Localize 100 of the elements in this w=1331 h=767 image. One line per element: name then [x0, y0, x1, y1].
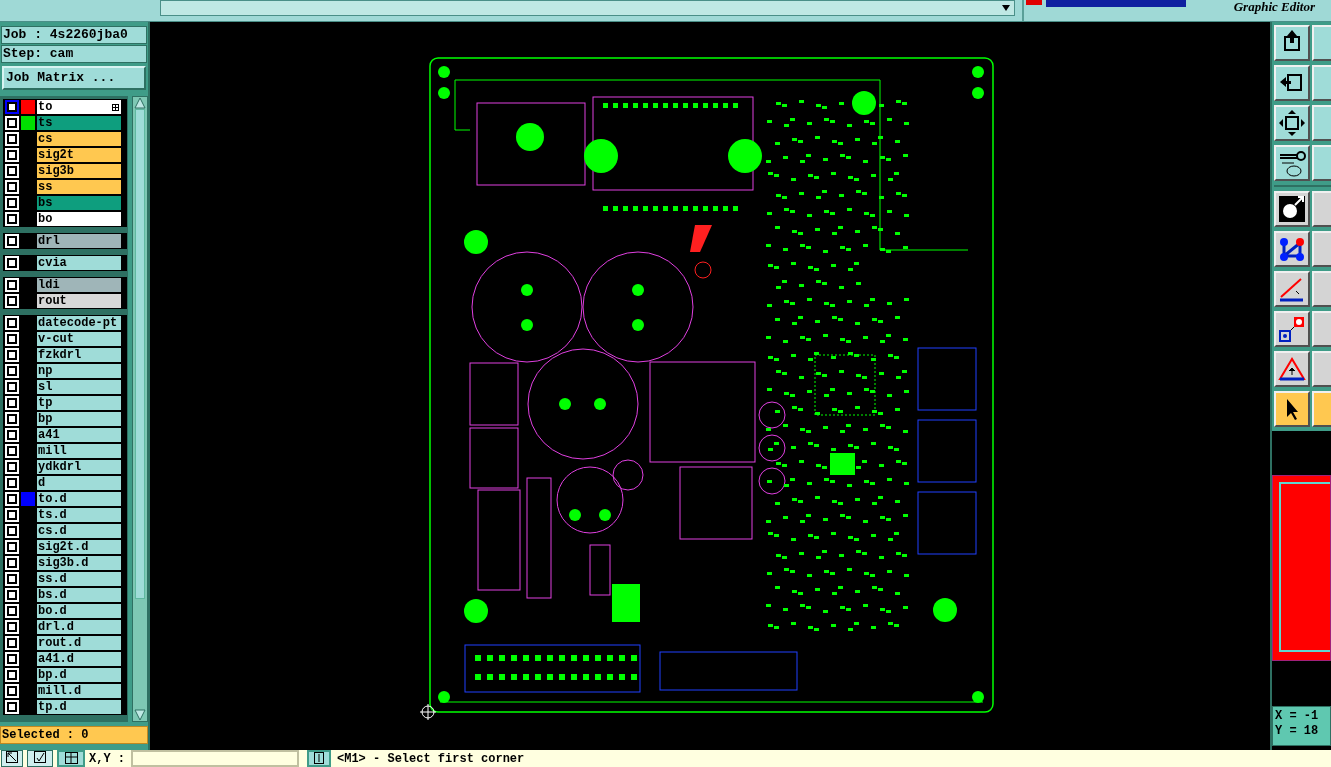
layer-name[interactable]: to.d	[37, 492, 121, 506]
layer-name[interactable]: np	[37, 364, 121, 378]
layer-name[interactable]: mill.d	[37, 684, 121, 698]
layer-checkbox[interactable]	[7, 150, 17, 160]
layer-name[interactable]: ts.d	[37, 508, 121, 522]
tool-button[interactable]	[1274, 191, 1310, 227]
layer-checkbox[interactable]	[7, 414, 17, 424]
tool-button[interactable]	[1274, 231, 1310, 267]
layer-checkbox[interactable]	[7, 622, 17, 632]
layer-checkbox[interactable]	[7, 702, 17, 712]
tool-button[interactable]	[1274, 105, 1310, 141]
layer-name[interactable]: to	[37, 100, 121, 114]
layer-checkbox[interactable]	[7, 574, 17, 584]
check-button[interactable]	[27, 750, 53, 767]
layer-name[interactable]: mill	[37, 444, 121, 458]
layer-name[interactable]: sl	[37, 380, 121, 394]
layer-checkbox[interactable]	[7, 366, 17, 376]
layer-checkbox[interactable]	[7, 318, 17, 328]
layer-checkbox[interactable]	[7, 214, 17, 224]
layer-name[interactable]: ss	[37, 180, 121, 194]
layer-color-swatch[interactable]	[21, 492, 35, 506]
layer-checkbox[interactable]	[7, 590, 17, 600]
select-tool-button[interactable]	[1, 750, 23, 767]
layer-name[interactable]: bp	[37, 412, 121, 426]
layer-name[interactable]: sig2t.d	[37, 540, 121, 554]
layer-name[interactable]: rout.d	[37, 636, 121, 650]
layer-name[interactable]: fzkdrl	[37, 348, 121, 362]
layer-checkbox[interactable]	[7, 686, 17, 696]
layer-name[interactable]: drl	[37, 234, 121, 248]
layer-name[interactable]: a41	[37, 428, 121, 442]
layer-checkbox[interactable]	[7, 166, 17, 176]
layer-name[interactable]: ydkdrl	[37, 460, 121, 474]
layer-checkbox[interactable]	[7, 526, 17, 536]
layer-checkbox[interactable]	[7, 350, 17, 360]
layer-checkbox[interactable]	[7, 462, 17, 472]
layer-checkbox[interactable]	[7, 606, 17, 616]
tool-button[interactable]	[1274, 65, 1310, 101]
layer-name[interactable]: a41.d	[37, 652, 121, 666]
tool-button[interactable]	[1274, 391, 1310, 427]
scroll-up-arrow-icon[interactable]	[133, 97, 147, 109]
tool-button[interactable]	[1274, 145, 1310, 181]
layer-name[interactable]: ss.d	[37, 572, 121, 586]
layer-name[interactable]: tp	[37, 396, 121, 410]
layer-checkbox[interactable]	[7, 236, 17, 246]
layer-name[interactable]: sig2t	[37, 148, 121, 162]
layer-checkbox[interactable]	[7, 382, 17, 392]
layer-checkbox[interactable]	[7, 494, 17, 504]
layer-name[interactable]: cs	[37, 132, 121, 146]
layer-name[interactable]: bo.d	[37, 604, 121, 618]
layer-name[interactable]: d	[37, 476, 121, 490]
layer-color-swatch[interactable]	[21, 100, 35, 114]
layer-checkbox[interactable]	[7, 510, 17, 520]
layer-checkbox[interactable]	[7, 654, 17, 664]
layer-name[interactable]: bo	[37, 212, 121, 226]
layer-checkbox[interactable]	[7, 198, 17, 208]
grid-icon	[112, 103, 119, 111]
layer-name[interactable]: tp.d	[37, 700, 121, 714]
toggle-button[interactable]	[307, 750, 331, 767]
layer-checkbox[interactable]	[7, 542, 17, 552]
layer-checkbox[interactable]	[7, 446, 17, 456]
layer-name[interactable]: drl.d	[37, 620, 121, 634]
layer-checkbox[interactable]	[7, 280, 17, 290]
layer-name[interactable]: v-cut	[37, 332, 121, 346]
layer-name[interactable]: ldi	[37, 278, 121, 292]
coordinate-input[interactable]	[131, 750, 299, 767]
layer-checkbox[interactable]	[7, 398, 17, 408]
layer-checkbox[interactable]	[7, 478, 17, 488]
layer-name[interactable]: bp.d	[37, 668, 121, 682]
layer-checkbox[interactable]	[7, 334, 17, 344]
layer-name[interactable]: cvia	[37, 256, 121, 270]
layer-checkbox[interactable]	[7, 296, 17, 306]
layer-checkbox[interactable]	[7, 134, 17, 144]
layer-name[interactable]: cs.d	[37, 524, 121, 538]
layer-name[interactable]: sig3b	[37, 164, 121, 178]
job-matrix-button[interactable]: Job Matrix ...	[2, 66, 146, 90]
layer-name[interactable]: bs.d	[37, 588, 121, 602]
overview-panel[interactable]	[1272, 475, 1331, 661]
layer-name[interactable]: datecode-pt	[37, 316, 121, 330]
layer-checkbox[interactable]	[7, 558, 17, 568]
scrollbar[interactable]	[132, 96, 148, 722]
job-field: Job : 4s2260jba0	[1, 26, 147, 44]
layer-checkbox[interactable]	[7, 102, 17, 112]
layer-checkbox[interactable]	[7, 430, 17, 440]
layer-color-swatch[interactable]	[21, 116, 35, 130]
tool-button[interactable]	[1274, 271, 1310, 307]
tool-button[interactable]	[1274, 25, 1310, 61]
scroll-down-arrow-icon[interactable]	[133, 709, 147, 721]
layer-name[interactable]: bs	[37, 196, 121, 210]
layer-checkbox[interactable]	[7, 118, 17, 128]
layer-checkbox[interactable]	[7, 638, 17, 648]
layer-checkbox[interactable]	[7, 670, 17, 680]
layer-name[interactable]: ts	[37, 116, 121, 130]
tool-button[interactable]	[1274, 311, 1310, 347]
layer-name[interactable]: sig3b.d	[37, 556, 121, 570]
tool-button[interactable]	[1274, 351, 1310, 387]
layer-checkbox[interactable]	[7, 182, 17, 192]
layer-checkbox[interactable]	[7, 258, 17, 268]
layer-name[interactable]: rout	[37, 294, 121, 308]
command-field[interactable]	[160, 0, 1015, 16]
window-button[interactable]	[57, 750, 85, 767]
